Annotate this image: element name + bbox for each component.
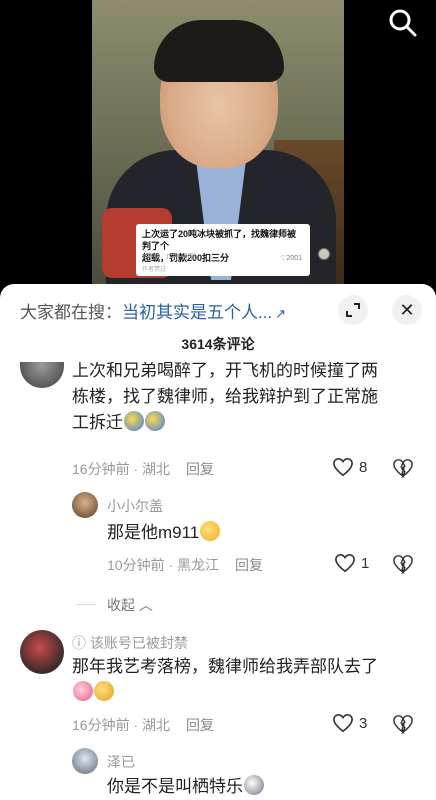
comment-meta: 16分钟前 · 湖北 回复	[72, 715, 214, 735]
username[interactable]: 小小尔盖	[107, 496, 163, 516]
expand-icon[interactable]	[338, 295, 368, 325]
like-count: 3	[359, 714, 368, 732]
emoji-icon	[145, 411, 165, 431]
avatar[interactable]	[20, 630, 64, 674]
reply-button[interactable]: 回复	[186, 717, 214, 733]
like-count: 1	[361, 554, 370, 572]
emoji-icon	[94, 681, 114, 701]
comment-line-3: 工拆迁	[72, 410, 378, 436]
like-button[interactable]: 1	[334, 553, 369, 573]
emoji-icon	[124, 411, 144, 431]
comment-text: 你是不是叫栖特乐	[107, 774, 264, 800]
comment-line-2	[72, 680, 378, 706]
info-icon: ⓘ	[72, 635, 90, 651]
hot-search-query[interactable]: 当初其实是五个人...	[122, 303, 272, 322]
time-location: 16分钟前 · 湖北	[72, 717, 171, 733]
card-meta: 2天前 · 广东 回复	[142, 254, 197, 261]
card-author-liked: 作者赞过	[142, 267, 167, 273]
heart-icon	[335, 553, 355, 573]
like-button[interactable]: 3	[332, 713, 367, 733]
username[interactable]: ⓘ 该账号已被封禁	[72, 633, 188, 653]
avatar[interactable]	[72, 748, 98, 774]
avatar-icon	[318, 248, 330, 260]
dislike-icon[interactable]	[392, 554, 414, 579]
like-button[interactable]: 8	[332, 457, 367, 477]
comment-meta: 16分钟前 · 湖北 回复	[72, 459, 214, 479]
video-player[interactable]: 上次运了20吨冰块被抓了，找魏律师被判了个 超载，罚款200扣三分 2天前 · …	[0, 0, 436, 290]
dislike-icon[interactable]	[392, 714, 414, 739]
chevron-up-icon: ︿	[138, 597, 153, 613]
comment-list[interactable]: 上次和兄弟喝醉了，开飞机的时候撞了两 栋楼，找了魏律师，给我辩护到了正常施 工拆…	[0, 362, 436, 800]
reply-button[interactable]: 回复	[186, 461, 214, 477]
comment-line-2: 栋楼，找了魏律师，给我辩护到了正常施	[72, 387, 378, 406]
comment-text: 那是他m911	[107, 520, 221, 546]
card-text-line1: 上次运了20吨冰块被抓了，找魏律师被判了个	[142, 229, 297, 251]
emoji-icon	[200, 521, 221, 541]
close-icon[interactable]: ✕	[392, 295, 422, 325]
comment-text: 上次和兄弟喝醉了，开飞机的时候撞了两 栋楼，找了魏律师，给我辩护到了正常施 工拆…	[72, 362, 378, 436]
divider	[76, 604, 96, 605]
username[interactable]: 泽已	[107, 752, 135, 772]
heart-icon	[333, 457, 353, 477]
emoji-icon	[73, 681, 93, 701]
time-location: 16分钟前 · 湖北	[72, 461, 171, 477]
hot-search-bar[interactable]: 大家都在搜：当初其实是五个人... ↗	[20, 298, 286, 323]
search-arrow-icon: ↗	[275, 306, 287, 321]
time-location: 10分钟前 · 黑龙江	[107, 557, 220, 573]
collapse-button[interactable]: 收起 ︿	[107, 595, 153, 615]
reply-button[interactable]: 回复	[235, 557, 263, 573]
comment-line-1: 那年我艺考落榜，魏律师给我弄部队去了	[72, 657, 378, 676]
search-icon[interactable]	[388, 8, 418, 38]
comment-count: 3614条评论	[181, 336, 255, 352]
dislike-icon[interactable]	[392, 458, 414, 483]
person-hair	[154, 20, 284, 82]
avatar[interactable]	[72, 492, 98, 518]
avatar[interactable]	[20, 362, 64, 388]
heart-icon	[333, 713, 353, 733]
emoji-icon	[244, 775, 264, 795]
hot-search-prefix: 大家都在搜：	[20, 303, 122, 322]
like-count: 8	[359, 458, 368, 476]
comment-line-1: 上次和兄弟喝醉了，开飞机的时候撞了两	[72, 362, 378, 380]
comment-text: 那年我艺考落榜，魏律师给我弄部队去了	[72, 654, 378, 706]
comment-panel: 大家都在搜：当初其实是五个人... ↗ ✕ 3614条评论 上次和兄弟喝醉了，开飞…	[0, 284, 436, 800]
comment-screenshot-card: 上次运了20吨冰块被抓了，找魏律师被判了个 超载，罚款200扣三分 2天前 · …	[136, 224, 310, 276]
comment-meta: 10分钟前 · 黑龙江 回复	[107, 555, 263, 575]
card-likes: ♡2001	[280, 255, 302, 262]
